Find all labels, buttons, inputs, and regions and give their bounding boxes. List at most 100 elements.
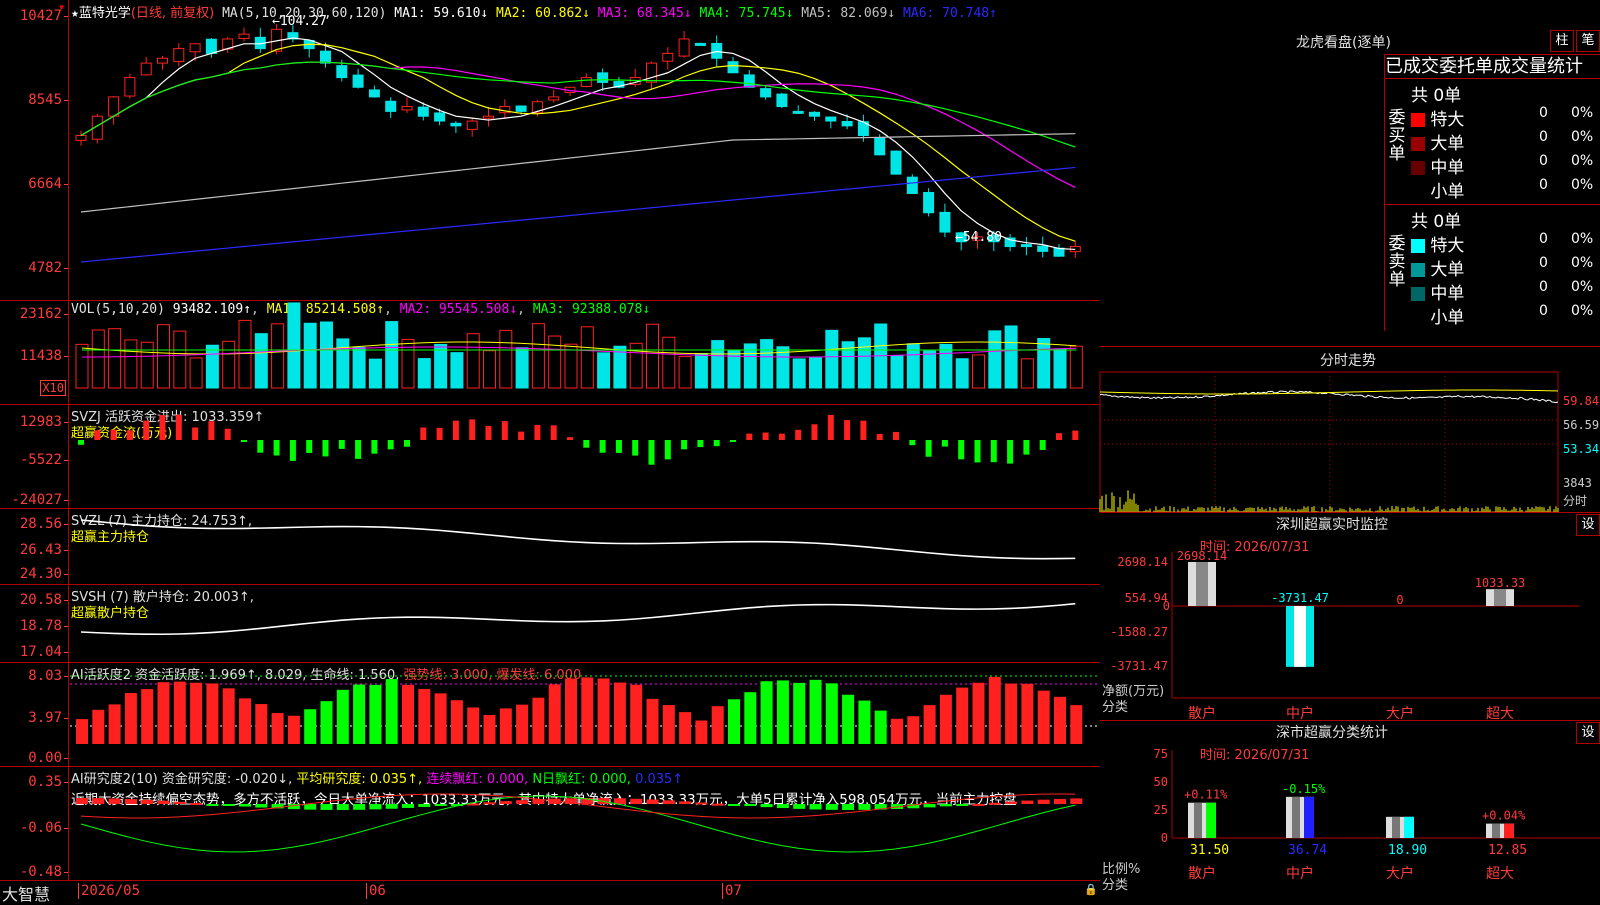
fund-flow-chart[interactable] xyxy=(70,404,1100,508)
order-stats-tabs[interactable]: 已成交委托单成交量统计 xyxy=(1384,54,1600,79)
intraday-title: 分时走势 xyxy=(1320,353,1376,369)
szc-bar-accent xyxy=(1504,823,1514,838)
candle-body xyxy=(434,112,446,122)
lock-icon[interactable]: 🔒 xyxy=(1084,883,1098,896)
flow-bar xyxy=(974,440,981,463)
row-percent: 0% xyxy=(1571,105,1594,121)
research-chart[interactable] xyxy=(70,766,1100,880)
volume-bar xyxy=(254,333,268,389)
dragon-title: 龙虎看盘(逐单) xyxy=(1296,35,1391,51)
candle-body xyxy=(809,111,820,117)
activity-bar xyxy=(711,706,724,744)
volume-bar xyxy=(368,358,382,389)
volume-bar xyxy=(1069,345,1083,389)
candle-body xyxy=(939,211,951,233)
order-row: 特大 0 0% xyxy=(1411,231,1599,256)
flow-bar xyxy=(404,440,410,447)
svzj-panel[interactable]: 12983 -5522 -24027 SVZJ 活跃资金进出: 1033.359… xyxy=(0,404,1100,509)
research-bar xyxy=(711,803,724,806)
research-bar xyxy=(255,804,268,808)
ma-line xyxy=(80,61,1076,148)
intraday-chart[interactable] xyxy=(1099,371,1560,513)
research-bar xyxy=(222,804,235,806)
activity-bar xyxy=(532,697,545,744)
activity-bar xyxy=(483,714,496,744)
svsh-panel[interactable]: 20.58 18.78 17.04 SVSH (7) 散户持仓: 20.003↑… xyxy=(0,584,1100,663)
ai-research-panel[interactable]: 0.35 -0.06 -0.48 AI研究度2(10) 资金研究度: -0.02… xyxy=(0,766,1100,880)
svzj-ylabel: 12983 xyxy=(19,414,69,430)
volume-bar xyxy=(238,319,252,389)
ai1-axis: 8.03 3.97 0.00 xyxy=(0,662,69,766)
research-bar xyxy=(92,798,105,804)
volume-bar xyxy=(646,323,659,389)
vol-unit: X10 xyxy=(40,380,66,396)
svzl-panel[interactable]: 28.56 26.43 24.30 SVZL (7) 主力持仓: 24.753↑… xyxy=(0,508,1100,585)
ai1-ylabel: 8.03 xyxy=(28,668,68,684)
flow-bar xyxy=(371,440,378,454)
szc-category: 大户 xyxy=(1386,865,1414,882)
flow-bar xyxy=(159,415,166,440)
volume-bar xyxy=(385,321,399,389)
flow-bar xyxy=(322,440,329,457)
price-panel[interactable]: 10427 8545 6664 4782 ▾ ★蓝特光学(日线, 前复权) MA… xyxy=(0,0,1100,301)
tick-mode-button[interactable]: 笔 xyxy=(1576,30,1600,52)
volume-bar xyxy=(711,340,725,389)
row-count: 0 xyxy=(1539,279,1548,295)
bar-mode-button[interactable]: 柱 xyxy=(1550,30,1574,52)
retail-holding-chart[interactable] xyxy=(70,584,1100,662)
volume-bar xyxy=(499,329,513,389)
candle-body xyxy=(1020,244,1032,248)
szc-bar-shade xyxy=(1194,802,1202,838)
candle-body xyxy=(597,72,609,83)
flow-bar xyxy=(811,424,818,440)
high-price-note: ←104.27 xyxy=(272,14,327,29)
volume-bar xyxy=(140,341,154,389)
activity-bar xyxy=(1054,696,1066,744)
volume-bar xyxy=(108,328,122,389)
intraday-panel[interactable]: 分时走势 59.84 56.59 53.34 3843 分时 xyxy=(1099,346,1600,513)
volume-bar xyxy=(694,352,708,389)
svzj-ylabel: -5522 xyxy=(19,452,69,468)
research-bar xyxy=(809,804,822,810)
main-holding-chart[interactable] xyxy=(70,508,1100,584)
activity-bar xyxy=(907,716,920,744)
menu-indicator[interactable]: ▾ xyxy=(58,0,65,14)
volume-bar xyxy=(173,330,187,389)
candle-body xyxy=(646,62,657,83)
activity-bar xyxy=(76,719,88,744)
flow-bar xyxy=(501,421,508,440)
volume-panel[interactable]: 23162 11438 X10 VOL(5,10,20) 93482.109↑,… xyxy=(0,300,1100,405)
row-name: 特大 xyxy=(1430,110,1465,130)
svzl-axis: 28.56 26.43 24.30 xyxy=(0,508,69,584)
svzl-ylabel: 24.30 xyxy=(19,566,69,582)
research-bar xyxy=(353,804,366,810)
ai2-ylabel: -0.48 xyxy=(19,864,69,880)
candlestick-chart[interactable] xyxy=(70,0,1100,300)
volume-bar xyxy=(303,322,317,389)
volume-bar xyxy=(1037,338,1051,389)
activity-chart[interactable] xyxy=(70,662,1100,766)
volume-bar xyxy=(597,352,611,389)
buy-orders-block: 委买单 共 0单 特大 0 0% 大单 0 0% 中单 0 0% 小单 0 0% xyxy=(1384,78,1600,205)
flow-bar xyxy=(746,433,753,440)
ai2-ylabel: 0.35 xyxy=(28,774,68,790)
ai-activity-panel[interactable]: 8.03 3.97 0.00 AI活跃度2 资金活跃度: 1.969↑, 8.0… xyxy=(0,662,1100,767)
flow-bar xyxy=(289,440,296,461)
candle-body xyxy=(108,96,120,117)
flow-bar xyxy=(860,420,867,440)
activity-bar xyxy=(891,718,903,744)
activity-bar xyxy=(809,679,822,744)
research-bar xyxy=(1005,801,1018,804)
sell-orders-block: 委卖单 共 0单 特大 0 0% 大单 0 0% 中单 0 0% 小单 0 0% xyxy=(1384,204,1600,331)
activity-bar xyxy=(353,684,366,744)
candle-body xyxy=(515,105,527,112)
activity-bar xyxy=(565,678,577,744)
flow-bar xyxy=(697,440,704,448)
szm-bar-shade xyxy=(1494,589,1506,606)
candle-body xyxy=(157,57,168,64)
activity-bar xyxy=(923,705,936,744)
research-bar xyxy=(939,804,952,807)
svzj-ylabel: -24027 xyxy=(11,492,68,508)
volume-chart[interactable] xyxy=(70,300,1100,404)
candle-body xyxy=(906,176,918,194)
